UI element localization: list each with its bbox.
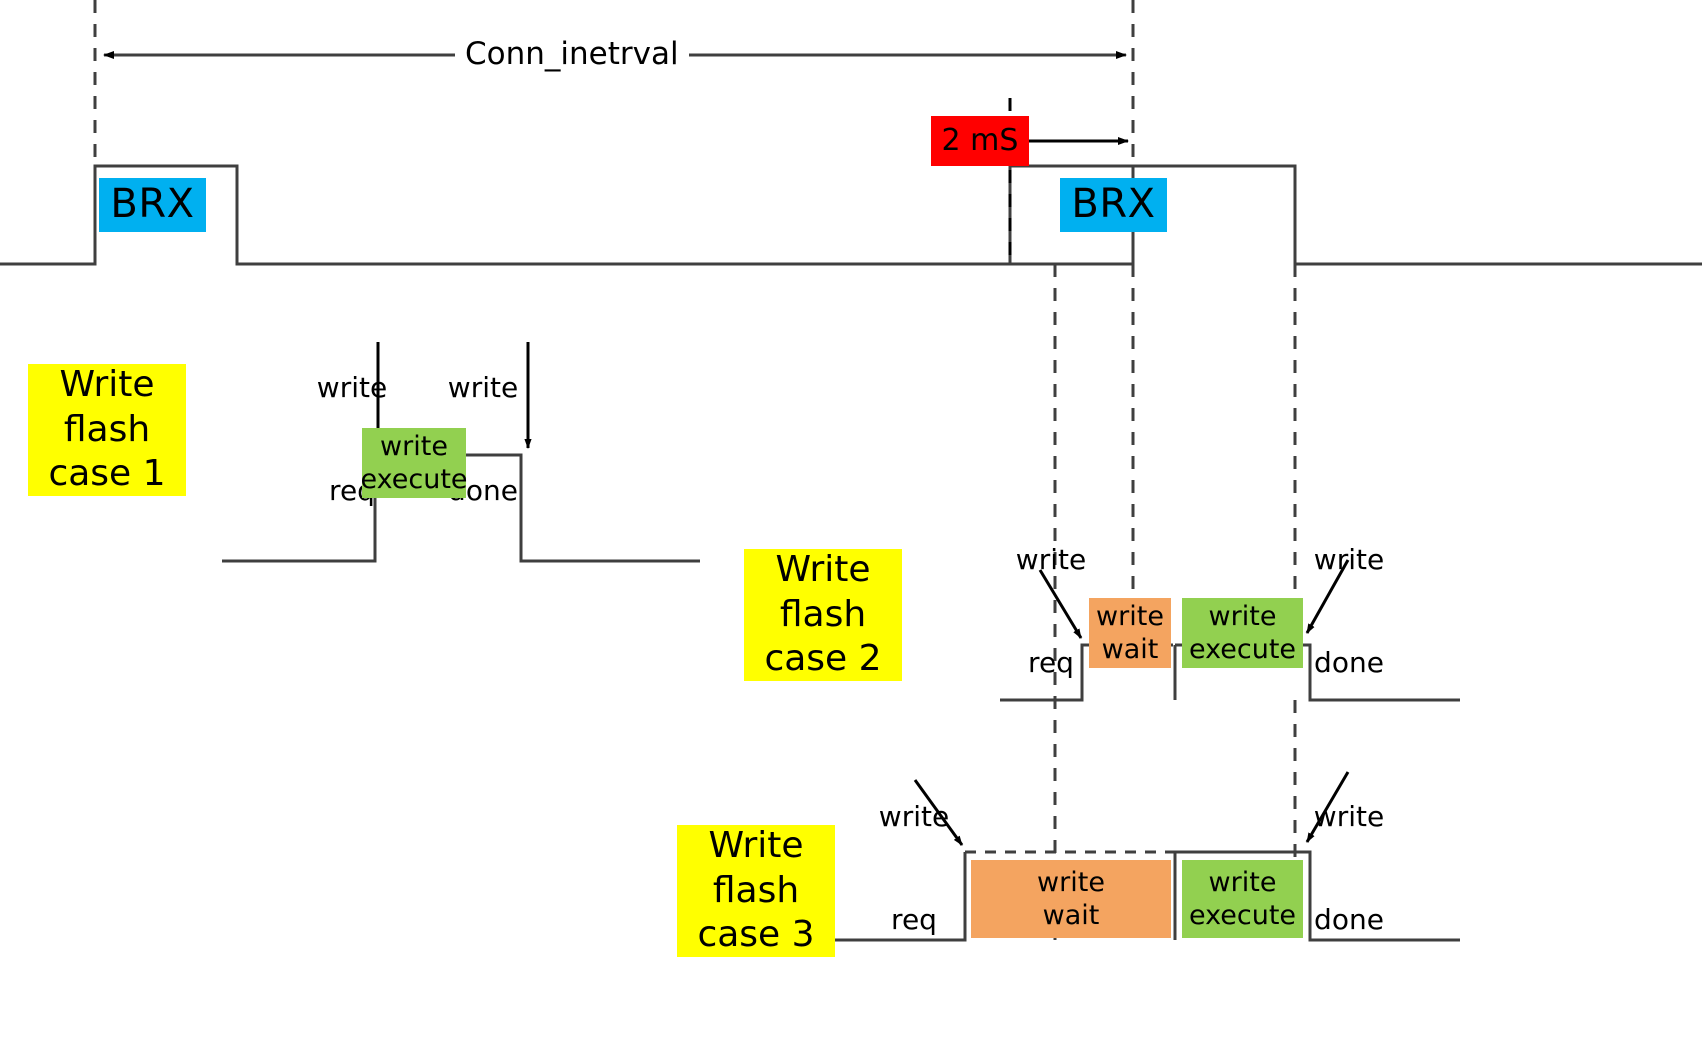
brx-badge-2: BRX bbox=[1060, 178, 1167, 232]
radio-waveform bbox=[0, 164, 1702, 266]
timing-diagram-canvas: Conn_inetrval 2 mS BRX BRX Write flash c… bbox=[0, 0, 1702, 1062]
case2-write-req-line1: write bbox=[1015, 543, 1087, 577]
case3-write-wait-line2: wait bbox=[1042, 900, 1100, 931]
case2-title-line1: Write bbox=[775, 549, 871, 591]
case2-write-execute-line2: execute bbox=[1188, 634, 1297, 665]
case2-write-req-annotation: write req bbox=[1005, 475, 1097, 748]
case3-write-done-line1: write bbox=[1313, 800, 1385, 834]
case3-write-req-line1: write bbox=[878, 800, 950, 834]
case1-write-done-line1: write bbox=[447, 371, 519, 405]
case2-write-execute-block: write execute bbox=[1182, 598, 1303, 668]
case3-write-req-line2: req bbox=[891, 902, 937, 936]
case1-write-execute-line1: write bbox=[380, 430, 448, 462]
case2-write-wait-line1: write bbox=[1096, 600, 1164, 632]
case3-title-line2: flash bbox=[712, 869, 800, 911]
case3-title-badge: Write flash case 3 bbox=[677, 825, 835, 957]
case1-write-req-line1: write bbox=[316, 371, 388, 405]
case2-title-line2: flash bbox=[779, 593, 867, 635]
case2-write-wait-line2: wait bbox=[1101, 634, 1159, 665]
guard-time-badge: 2 mS bbox=[931, 116, 1029, 166]
case2-write-done-annotation: write done bbox=[1300, 475, 1398, 748]
case3-write-execute-line1: write bbox=[1208, 866, 1277, 898]
case3-write-req-annotation: write req bbox=[868, 732, 960, 1005]
waveform-vector-layer bbox=[0, 0, 1702, 942]
case2-write-execute-line1: write bbox=[1208, 600, 1277, 632]
case3-write-done-annotation: write done bbox=[1300, 732, 1398, 1005]
case2-title-badge: Write flash case 2 bbox=[744, 549, 902, 681]
case1-title-line2: flash bbox=[63, 408, 151, 450]
case3-write-wait-block: write wait bbox=[971, 860, 1171, 938]
case2-write-wait-block: write wait bbox=[1089, 598, 1171, 668]
conn-interval-label: Conn_inetrval bbox=[455, 36, 689, 72]
case1-title-badge: Write flash case 1 bbox=[28, 364, 186, 496]
case2-write-done-line1: write bbox=[1313, 543, 1385, 577]
case2-write-req-line2: req bbox=[1028, 645, 1074, 679]
case1-title-line1: Write bbox=[59, 364, 155, 406]
case1-title-line3: case 1 bbox=[48, 453, 166, 495]
case3-write-execute-block: write execute bbox=[1182, 860, 1303, 938]
case3-write-done-line2: done bbox=[1314, 902, 1384, 936]
case1-write-execute-block: write execute bbox=[360, 428, 468, 498]
case3-title-line1: Write bbox=[708, 825, 804, 867]
case1-write-execute-line2: execute bbox=[360, 464, 468, 495]
brx-badge-1: BRX bbox=[99, 178, 206, 232]
case2-title-line3: case 2 bbox=[764, 638, 882, 680]
case2-write-done-line2: done bbox=[1314, 645, 1384, 679]
case3-write-wait-line1: write bbox=[1037, 866, 1105, 898]
case3-write-execute-line2: execute bbox=[1188, 900, 1297, 931]
case3-title-line3: case 3 bbox=[697, 914, 815, 956]
